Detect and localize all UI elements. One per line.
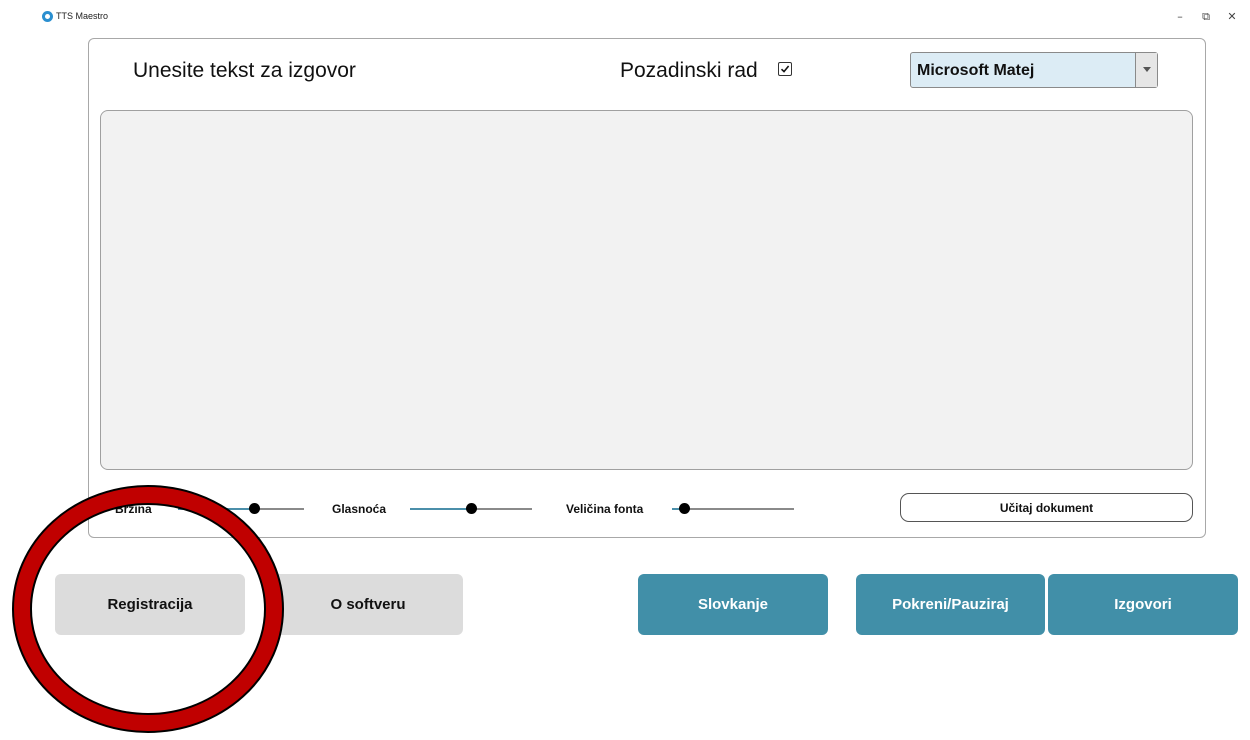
speed-slider-label: Brzina	[115, 502, 152, 516]
prompt-label: Unesite tekst za izgovor	[133, 59, 356, 82]
background-mode-label: Pozadinski rad	[620, 59, 758, 82]
font-size-slider-label: Veličina fonta	[566, 502, 644, 516]
registration-button[interactable]: Registracija	[55, 574, 245, 635]
volume-slider[interactable]	[410, 503, 532, 515]
about-button[interactable]: O softveru	[273, 574, 463, 635]
slider-thumb[interactable]	[248, 503, 260, 514]
restore-icon[interactable]: ⧉	[1196, 9, 1216, 25]
window-title: TTS Maestro	[56, 11, 109, 21]
slider-fill	[410, 508, 471, 510]
close-icon[interactable]: ✕	[1222, 9, 1242, 25]
checkmark-icon	[780, 65, 790, 73]
voice-dropdown-button[interactable]	[1135, 53, 1157, 87]
slider-thumb[interactable]	[679, 503, 691, 514]
app-icon	[42, 11, 53, 22]
start-pause-button[interactable]: Pokreni/Pauziraj	[856, 574, 1045, 635]
title-bar: TTS Maestro – ⧉ ✕	[0, 0, 1250, 32]
load-document-button[interactable]: Učitaj dokument	[900, 493, 1193, 522]
volume-slider-label: Glasnoća	[332, 502, 387, 516]
slider-track	[672, 508, 794, 510]
chevron-down-icon	[1143, 67, 1151, 72]
font-size-slider[interactable]	[672, 503, 794, 515]
minimize-icon[interactable]: –	[1170, 9, 1190, 25]
text-input[interactable]	[100, 110, 1193, 470]
voice-select-value: Microsoft Matej	[917, 62, 1035, 79]
slider-fill	[178, 508, 254, 510]
voice-select[interactable]: Microsoft Matej	[910, 52, 1158, 88]
speed-slider[interactable]	[178, 503, 304, 515]
speak-button[interactable]: Izgovori	[1048, 574, 1238, 635]
background-mode-checkbox[interactable]	[778, 62, 792, 76]
spelling-button[interactable]: Slovkanje	[638, 574, 828, 635]
slider-thumb[interactable]	[466, 503, 477, 514]
